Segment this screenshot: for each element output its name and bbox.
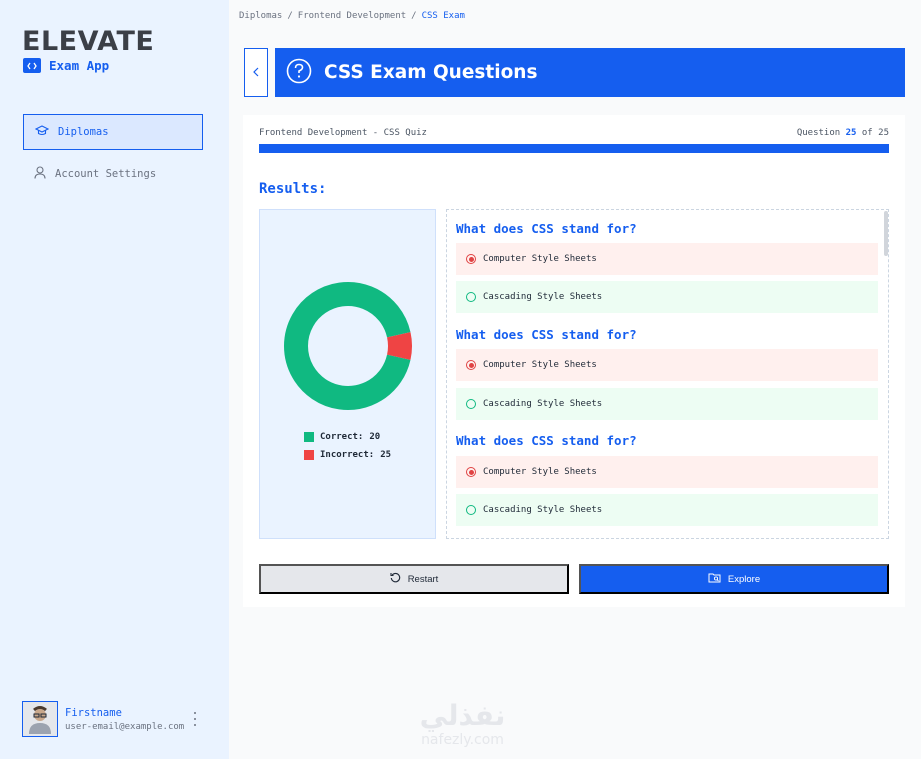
question-title: What does CSS stand for? [456, 221, 637, 236]
more-options-icon[interactable] [192, 712, 198, 726]
app-title: Exam App [23, 58, 109, 73]
results-donut-chart [284, 282, 412, 410]
legend-incorrect: Incorrect: 25 [304, 450, 444, 460]
answer-option-selected-wrong: Computer Style Sheets [456, 243, 878, 275]
sidebar: ELEVATE Exam App Diplomas Account Settin… [0, 0, 229, 759]
graduation-cap-icon [34, 124, 50, 140]
donut-slice-correct [284, 282, 411, 410]
app-name: Exam App [49, 58, 110, 73]
donut-slice-incorrect [386, 332, 412, 360]
incorrect-count: 25 [380, 450, 392, 460]
progress-fill [259, 144, 889, 153]
answer-option-correct: Cascading Style Sheets [456, 388, 878, 420]
sidebar-item-label: Account Settings [55, 168, 157, 180]
question-counter: Question 25 of 25 [796, 128, 889, 138]
radio-icon [466, 505, 476, 515]
watermark: نفذلي nafezly.com [419, 699, 506, 749]
quiz-name: Frontend Development - CSS Quiz [259, 128, 427, 138]
breadcrumb-item[interactable]: Frontend Development [298, 11, 406, 21]
legend-swatch-correct [304, 432, 314, 442]
answer-option-correct: Cascading Style Sheets [456, 494, 878, 526]
breadcrumb-separator: / [287, 11, 293, 21]
breadcrumb: Diplomas / Frontend Development / CSS Ex… [239, 11, 465, 21]
radio-selected-icon [466, 254, 476, 264]
total-questions: 25 [878, 128, 889, 138]
page-header: CSS Exam Questions [275, 48, 905, 97]
scrollbar[interactable] [884, 211, 888, 256]
question-title: What does CSS stand for? [456, 433, 637, 448]
quiz-info: Frontend Development - CSS Quiz Question… [259, 128, 889, 138]
legend-correct: Correct: 20 [304, 432, 444, 442]
restart-button[interactable]: Restart [259, 564, 569, 594]
brand-logo: ELEVATE [22, 26, 155, 57]
current-question: 25 [845, 128, 857, 138]
answer-option-selected-wrong: Computer Style Sheets [456, 456, 878, 488]
answer-option-correct: Cascading Style Sheets [456, 281, 878, 313]
user-email: user-email@example.com [65, 721, 185, 732]
legend-swatch-incorrect [304, 450, 314, 460]
radio-icon [466, 399, 476, 409]
sidebar-item-label: Diplomas [58, 126, 109, 138]
user-icon [34, 166, 46, 182]
breadcrumb-current: CSS Exam [421, 11, 465, 21]
page-title: CSS Exam Questions [324, 62, 538, 83]
sidebar-item-diplomas[interactable]: Diplomas [23, 114, 203, 150]
radio-selected-icon [466, 360, 476, 370]
user-profile[interactable]: Firstname user-email@example.com [22, 701, 212, 737]
question-mark-icon [286, 58, 312, 88]
chevron-left-icon [252, 65, 260, 80]
breadcrumb-separator: / [411, 11, 417, 21]
progress-bar [259, 144, 889, 153]
answer-option-selected-wrong: Computer Style Sheets [456, 349, 878, 381]
question-title: What does CSS stand for? [456, 327, 637, 342]
folder-search-icon [708, 572, 721, 586]
radio-icon [466, 292, 476, 302]
sidebar-item-account-settings[interactable]: Account Settings [23, 156, 203, 192]
avatar [22, 701, 58, 737]
restart-icon [390, 572, 401, 586]
user-name: Firstname [65, 706, 122, 719]
back-button[interactable] [244, 48, 268, 97]
code-folder-icon [23, 58, 41, 73]
explore-button[interactable]: Explore [579, 564, 889, 594]
radio-selected-icon [466, 467, 476, 477]
breadcrumb-item[interactable]: Diplomas [239, 11, 282, 21]
correct-count: 20 [369, 432, 381, 442]
results-heading: Results: [259, 181, 327, 197]
